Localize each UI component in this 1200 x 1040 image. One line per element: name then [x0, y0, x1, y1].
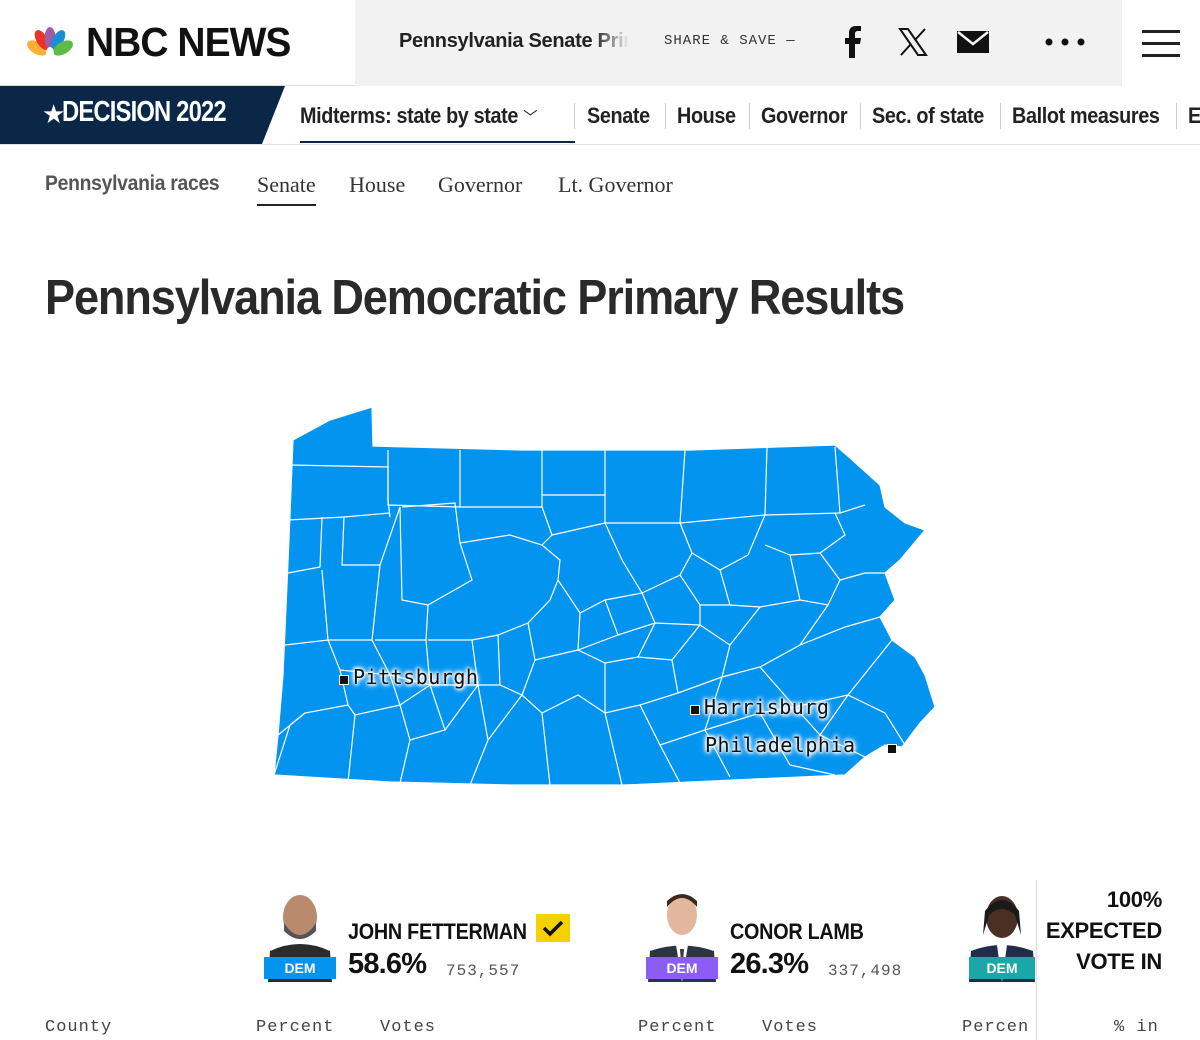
nav-more-truncated[interactable]: E — [1188, 103, 1200, 129]
share-title: Pennsylvania Senate Primary — [399, 30, 629, 52]
candidate-name: CONOR LAMB — [730, 919, 864, 944]
decision-logo-text: DECISION 2022 — [62, 96, 227, 128]
nav-divider — [574, 103, 575, 129]
top-header: NBC NEWS Pennsylvania Senate Primary SHA… — [0, 0, 1200, 86]
candidate-card[interactable]: DEM CONOR LAMB 26.3% 337,498 — [646, 882, 926, 982]
nav-label: Midterms: state by state — [300, 103, 519, 128]
county-map[interactable]: Pittsburgh Harrisburg Philadelphia — [260, 395, 950, 805]
column-header-votes[interactable]: Votes — [762, 1018, 818, 1037]
decision-2022-logo[interactable]: ★ DECISION 2022 — [0, 86, 285, 144]
tab-house[interactable]: House — [349, 172, 405, 198]
nav-divider — [1000, 103, 1001, 129]
city-marker-pittsburgh — [339, 675, 349, 685]
candidate-percent: 58.6% — [348, 948, 427, 980]
nav-divider — [665, 103, 666, 129]
nav-divider — [860, 103, 861, 129]
nav-divider — [1176, 103, 1177, 129]
column-header-percent[interactable]: Percent — [256, 1018, 334, 1037]
expected-vote-percent: 100% — [1106, 887, 1162, 912]
mail-icon[interactable] — [953, 22, 993, 62]
races-label: Pennsylvania races — [45, 172, 220, 195]
city-label-pittsburgh: Pittsburgh — [353, 665, 479, 689]
candidate-card[interactable]: DEM — [969, 882, 1037, 982]
more-icon[interactable] — [1040, 22, 1090, 62]
share-save-label: SHARE & SAVE — — [664, 33, 796, 49]
menu-icon[interactable] — [1121, 0, 1200, 86]
page-title: Pennsylvania Democratic Primary Results — [45, 271, 905, 325]
candidate-name: JOHN FETTERMAN — [348, 919, 527, 944]
column-header-percent[interactable]: Percent — [638, 1018, 716, 1037]
nbc-news-logo[interactable]: NBC NEWS — [0, 0, 355, 86]
city-marker-philadelphia — [887, 744, 897, 754]
column-header-pct-in[interactable]: % in — [1114, 1018, 1159, 1037]
x-icon[interactable] — [893, 22, 933, 62]
chevron-down-icon: ﹀ — [523, 110, 538, 127]
tab-governor[interactable]: Governor — [438, 172, 522, 198]
expected-vote-label: EXPECTED — [1045, 918, 1162, 943]
candidate-votes: 337,498 — [828, 962, 903, 980]
nav-governor[interactable]: Governor — [761, 103, 848, 129]
candidate-percent: 26.3% — [730, 948, 809, 980]
nav-ballot-measures[interactable]: Ballot measures — [1012, 103, 1160, 129]
candidate-card[interactable]: DEM JOHN FETTERMAN 58.6% 753,557 — [264, 882, 594, 982]
column-header-percent[interactable]: Percen — [962, 1018, 1029, 1037]
party-badge: DEM — [646, 957, 718, 979]
peacock-icon — [27, 26, 73, 59]
nav-midterms-state-by-state[interactable]: Midterms: state by state ﹀ — [300, 103, 538, 129]
party-badge: DEM — [264, 957, 336, 979]
share-bar: Pennsylvania Senate Primary SHARE & SAVE… — [355, 0, 1121, 86]
city-marker-harrisburg — [690, 705, 700, 715]
active-underline — [300, 141, 575, 143]
column-header-county[interactable]: County — [45, 1018, 112, 1037]
expected-vote-status: 100% EXPECTED VOTE IN — [1046, 884, 1162, 977]
logo-text: NBC NEWS — [86, 19, 291, 65]
nav-divider — [749, 103, 750, 129]
nav-sec-of-state[interactable]: Sec. of state — [872, 103, 984, 129]
party-badge: DEM — [969, 957, 1035, 979]
winner-check-icon — [536, 914, 570, 942]
expected-vote-label: VOTE IN — [1076, 949, 1162, 974]
divider — [1036, 880, 1037, 1040]
tab-senate[interactable]: Senate — [257, 172, 316, 206]
facebook-icon[interactable] — [833, 22, 873, 62]
city-label-harrisburg: Harrisburg — [704, 695, 830, 719]
nav-house[interactable]: House — [677, 103, 736, 129]
nav-senate[interactable]: Senate — [587, 103, 650, 129]
city-label-philadelphia: Philadelphia — [705, 733, 856, 757]
column-header-votes[interactable]: Votes — [380, 1018, 436, 1037]
decision-nav: ★ DECISION 2022 Midterms: state by state… — [0, 86, 1200, 145]
tab-lt-governor[interactable]: Lt. Governor — [558, 172, 673, 198]
candidate-votes: 753,557 — [446, 962, 521, 980]
